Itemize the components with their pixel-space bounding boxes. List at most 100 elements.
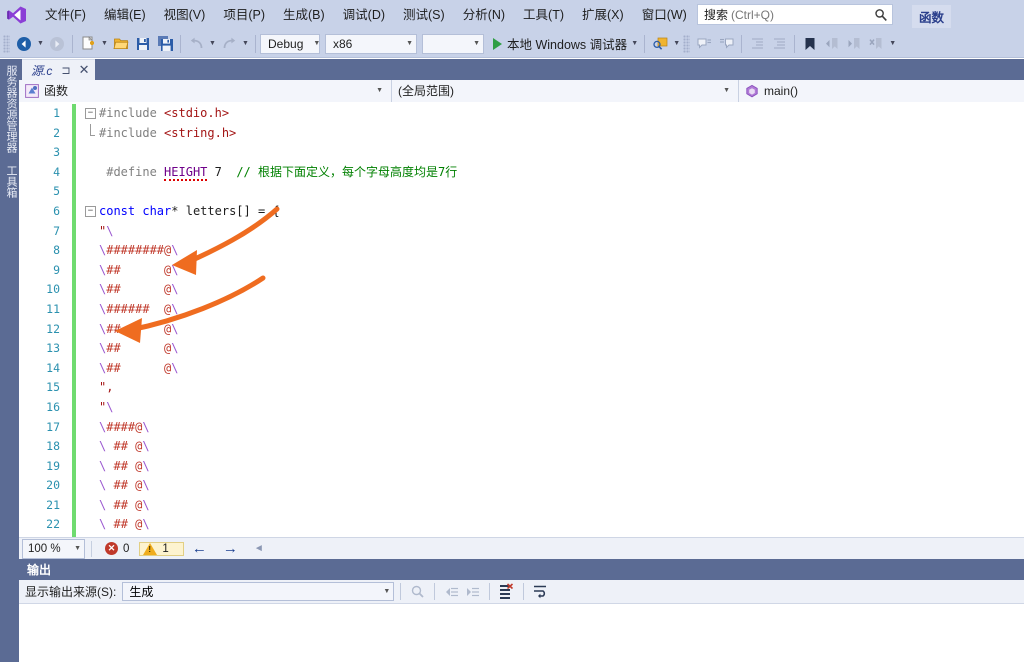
platform-combo[interactable]: x86 ▼	[325, 33, 417, 54]
platform-value: x86	[333, 36, 353, 51]
menu-debug[interactable]: 调试(D)	[334, 5, 394, 26]
search-input[interactable]: 搜索 (Ctrl+Q)	[697, 4, 893, 25]
code-text: \ ## @\	[97, 437, 150, 457]
code-text: ",	[97, 378, 113, 398]
editor-navigation-bar: 函数 ▼ (全局范围) ▼ main()	[19, 79, 1024, 102]
menu-window[interactable]: 窗口(W)	[633, 5, 696, 26]
find-in-files-icon[interactable]	[649, 33, 671, 55]
save-all-icon[interactable]	[154, 33, 176, 55]
start-debugging-dropdown[interactable]: ▼	[629, 33, 640, 55]
change-bar	[72, 241, 76, 261]
zoom-level-combo[interactable]: 100 % ▼	[22, 538, 85, 559]
menu-extensions[interactable]: 扩展(X)	[573, 5, 633, 26]
menu-debug-label: 调试(D)	[342, 7, 386, 22]
glyph-margin[interactable]	[67, 397, 84, 418]
find-dropdown[interactable]: ▼	[671, 33, 682, 55]
method-icon	[745, 84, 759, 98]
glyph-margin[interactable]	[67, 515, 84, 536]
editor-tab-source-c[interactable]: 源.c ⊐ ✕	[22, 59, 96, 80]
navigate-back-icon[interactable]	[13, 33, 35, 55]
toolbar-grip[interactable]	[3, 34, 10, 53]
menu-project[interactable]: 项目(P)	[214, 5, 274, 26]
glyph-margin[interactable]	[67, 495, 84, 516]
menu-edit[interactable]: 编辑(E)	[95, 5, 155, 26]
fold-toggle[interactable]: −	[84, 202, 97, 222]
glyph-margin[interactable]	[67, 299, 84, 320]
glyph-margin[interactable]	[67, 182, 84, 202]
project-dropdown-value: 函数	[44, 84, 69, 98]
menu-file[interactable]: 文件(F)	[36, 5, 95, 26]
code-token: \	[171, 262, 179, 277]
toggle-word-wrap-icon[interactable]	[530, 581, 551, 602]
menu-tools[interactable]: 工具(T)	[514, 5, 573, 26]
glyph-margin[interactable]	[67, 456, 84, 477]
collapse-icon[interactable]: −	[85, 108, 96, 119]
output-text-area[interactable]	[19, 604, 1024, 662]
line-number: 3	[53, 145, 60, 160]
glyph-margin[interactable]	[67, 123, 84, 144]
glyph-margin[interactable]	[67, 476, 84, 496]
fold-toggle[interactable]: −	[84, 104, 97, 124]
code-line: 1 − #include <stdio.h>	[19, 104, 1024, 124]
scope-dropdown[interactable]: (全局范围) ▼	[392, 79, 739, 102]
new-item-icon[interactable]	[77, 33, 99, 55]
bookmark-icon[interactable]	[799, 33, 821, 55]
glyph-margin[interactable]	[67, 319, 84, 340]
change-bar	[72, 143, 76, 163]
glyph-margin[interactable]	[67, 417, 84, 438]
target-combo[interactable]: ▼	[422, 33, 484, 54]
member-dropdown[interactable]: main()	[739, 79, 1024, 102]
glyph-margin[interactable]	[67, 378, 84, 398]
glyph-margin[interactable]	[67, 104, 84, 124]
glyph-margin[interactable]	[67, 143, 84, 163]
glyph-margin[interactable]	[67, 260, 84, 281]
line-number: 21	[46, 497, 60, 512]
glyph-margin[interactable]	[67, 162, 84, 183]
configuration-combo[interactable]: Debug ▼	[260, 33, 320, 54]
new-item-dropdown[interactable]: ▼	[99, 33, 110, 55]
navigate-back-dropdown[interactable]: ▼	[35, 33, 46, 55]
more-icon[interactable]: ◄	[246, 543, 272, 554]
editor-dock: 源.c ⊐ ✕ 函数 ▼ (全局范围) ▼ main() 1 − #includ…	[19, 59, 1024, 559]
code-editor[interactable]: 1 − #include <stdio.h> 2 #include <strin…	[19, 102, 1024, 537]
function-chip[interactable]: 函数	[912, 5, 952, 28]
open-folder-icon[interactable]	[110, 33, 132, 55]
glyph-margin[interactable]	[67, 241, 84, 261]
pin-icon[interactable]: ⊐	[61, 64, 70, 77]
glyph-margin[interactable]	[67, 280, 84, 300]
menu-analyze[interactable]: 分析(N)	[454, 5, 514, 26]
code-token: ##	[113, 497, 128, 512]
zoom-level-value: 100 %	[28, 542, 61, 555]
collapse-icon[interactable]: −	[85, 205, 96, 217]
previous-location-icon[interactable]: ←	[184, 540, 215, 557]
output-source-combo[interactable]: 生成 ▼	[122, 582, 395, 601]
start-debugging-button[interactable]: 本地 Windows 调试器	[489, 34, 629, 53]
code-text: \ ## @\	[97, 496, 150, 516]
menu-build[interactable]: 生成(B)	[274, 5, 334, 26]
glyph-margin[interactable]	[67, 339, 84, 359]
glyph-margin[interactable]	[67, 201, 84, 222]
save-icon[interactable]	[132, 33, 154, 55]
code-line: 17 \####@\	[19, 417, 1024, 438]
sidebar-item-toolbox[interactable]: 工具箱	[0, 159, 22, 204]
glyph-margin[interactable]	[67, 358, 84, 379]
line-number: 20	[46, 478, 60, 493]
toolbar-overflow-icon[interactable]: ▼	[887, 33, 898, 55]
menu-view[interactable]: 视图(V)	[155, 5, 215, 26]
glyph-margin[interactable]	[67, 221, 84, 242]
next-bookmark-icon	[843, 33, 865, 55]
close-icon[interactable]: ✕	[79, 62, 90, 78]
menu-test[interactable]: 测试(S)	[394, 5, 454, 26]
next-location-icon[interactable]: →	[215, 540, 246, 557]
sidebar-item-server-explorer[interactable]: 服务器资源管理器	[0, 59, 22, 159]
clear-all-icon[interactable]	[496, 581, 517, 602]
glyph-margin[interactable]	[67, 437, 84, 457]
toolbar-grip-2[interactable]	[683, 34, 691, 53]
code-text: #include <stdio.h>	[97, 104, 229, 124]
project-dropdown[interactable]: 函数 ▼	[19, 79, 392, 102]
error-count-badge[interactable]: ✕ 0	[102, 541, 135, 556]
warning-count-badge[interactable]: 1	[139, 541, 184, 556]
